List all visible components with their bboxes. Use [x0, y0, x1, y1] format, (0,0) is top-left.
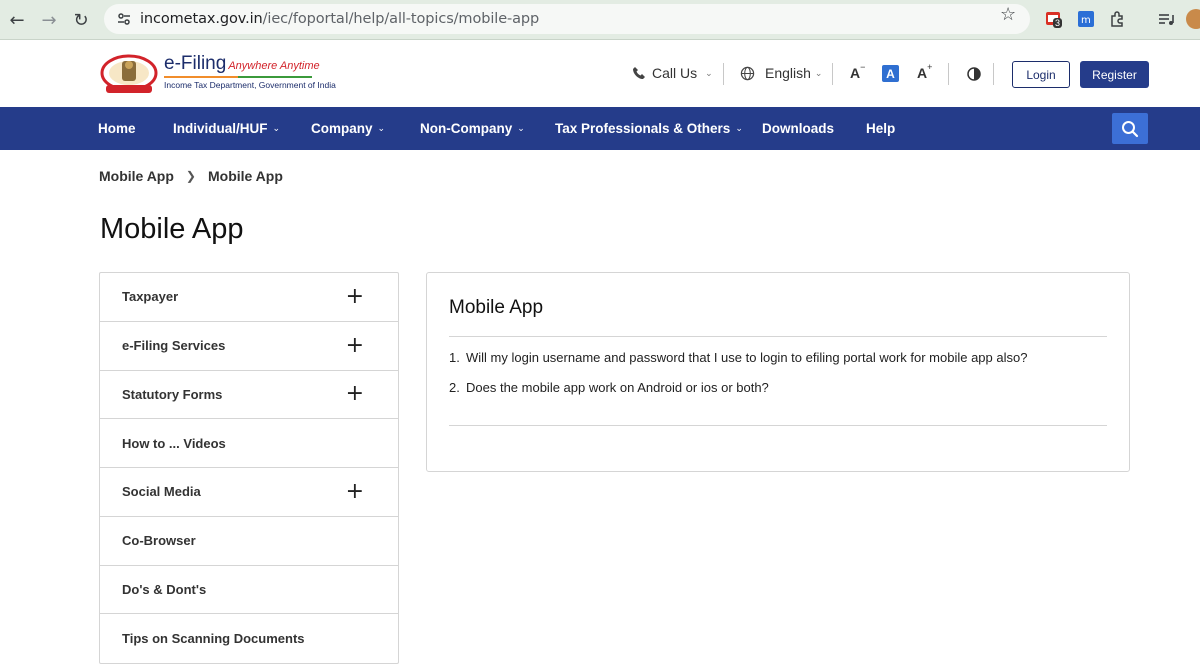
puzzle-icon[interactable]: [1108, 9, 1128, 29]
breadcrumb: Mobile App ❯ Mobile App: [99, 168, 283, 184]
chevron-down-icon: ⌄: [377, 123, 386, 133]
call-us-label: Call Us: [652, 65, 698, 81]
browser-toolbar: ← → ↻ incometax.gov.in/iec/foportal/help…: [0, 0, 1200, 40]
emblem-icon: [100, 54, 158, 93]
language-label: English: [765, 65, 811, 81]
avatar[interactable]: [1186, 9, 1200, 29]
plus-icon[interactable]: +: [346, 285, 364, 308]
svg-text:m: m: [1081, 15, 1091, 26]
nav-help[interactable]: Help: [866, 107, 895, 150]
divider: [993, 63, 994, 85]
call-us-dropdown[interactable]: Call Us ⌄: [632, 65, 713, 81]
nav-tax-professionals[interactable]: Tax Professionals & Others ⌄: [555, 107, 743, 150]
divider: [449, 425, 1107, 426]
divider: [723, 63, 724, 85]
breadcrumb-item: Mobile App: [207, 168, 283, 184]
back-icon[interactable]: ←: [4, 7, 30, 33]
chevron-down-icon: ⌄: [735, 123, 743, 133]
divider: [449, 336, 1107, 337]
default-font-icon[interactable]: A: [882, 65, 899, 82]
accordion-item-efiling-services[interactable]: e-Filing Services +: [100, 322, 398, 371]
faq-link[interactable]: Does the mobile app work on Android or i…: [466, 380, 769, 395]
chevron-down-icon: ⌄: [705, 67, 713, 78]
chevron-right-icon: ❯: [185, 169, 196, 183]
site-info-icon[interactable]: [114, 9, 134, 29]
main-nav: Home Individual/HUF ⌄ Company ⌄ Non-Compan…: [0, 107, 1200, 150]
accordion-item-taxpayer[interactable]: Taxpayer +: [100, 273, 398, 322]
logo-underline: [164, 76, 312, 78]
search-icon: [1122, 120, 1139, 137]
nav-non-company[interactable]: Non-Company ⌄: [420, 107, 525, 150]
accordion-item-social-media[interactable]: Social Media +: [100, 468, 398, 517]
accordion-item-how-to-videos[interactable]: How to ... Videos: [100, 419, 398, 468]
faq-link[interactable]: Will my login username and password that…: [466, 350, 1027, 365]
extension-badge: 3: [1053, 18, 1063, 28]
address-bar[interactable]: incometax.gov.in/iec/foportal/help/all-t…: [104, 4, 1030, 34]
reload-icon[interactable]: ↻: [68, 7, 94, 33]
site-header: e-Filing Anywhere Anytime Income Tax Depa…: [0, 41, 1200, 107]
nav-downloads[interactable]: Downloads: [762, 107, 834, 150]
page-title: Mobile App: [100, 213, 244, 245]
login-button[interactable]: Login: [1012, 61, 1070, 88]
increase-font-icon[interactable]: A +: [917, 62, 932, 81]
url-text: incometax.gov.in/iec/foportal/help/all-t…: [140, 11, 540, 27]
language-dropdown[interactable]: English ⌄: [740, 65, 822, 81]
accordion-item-statutory-forms[interactable]: Statutory Forms +: [100, 371, 398, 420]
search-button[interactable]: [1112, 113, 1148, 144]
topics-accordion: Taxpayer + e-Filing Services + Statutory F…: [99, 272, 399, 664]
globe-icon: [740, 66, 755, 80]
nav-company[interactable]: Company ⌄: [311, 107, 385, 150]
accordion-item-scanning-tips[interactable]: Tips on Scanning Documents: [100, 614, 398, 663]
logo-title: e-Filing: [164, 53, 227, 74]
forward-icon[interactable]: →: [36, 7, 62, 33]
plus-icon[interactable]: +: [346, 383, 364, 405]
efiling-logo[interactable]: e-Filing Anywhere Anytime Income Tax Depa…: [100, 51, 336, 97]
decrease-font-icon[interactable]: A −: [850, 62, 865, 81]
chevron-down-icon: ⌄: [517, 123, 525, 133]
chevron-down-icon: ⌄: [272, 123, 281, 133]
plus-icon[interactable]: +: [346, 480, 364, 503]
plus-icon[interactable]: +: [346, 334, 364, 357]
panel-title: Mobile App: [449, 297, 544, 318]
breadcrumb-item[interactable]: Mobile App: [99, 168, 174, 184]
logo-subtitle: Income Tax Department, Government of Ind…: [164, 80, 336, 90]
faq-item[interactable]: 2. Does the mobile app work on Android or…: [449, 380, 769, 395]
divider: [948, 63, 949, 85]
faq-item[interactable]: 1. Will my login username and password th…: [449, 350, 1027, 365]
contrast-icon[interactable]: [967, 67, 981, 81]
content-panel: Mobile App 1. Will my login username and …: [426, 272, 1130, 472]
phone-icon: [633, 67, 645, 79]
bookmark-star-icon[interactable]: ☆: [1000, 4, 1016, 25]
accordion-item-dos-donts[interactable]: Do's & Dont's: [100, 566, 398, 615]
register-button[interactable]: Register: [1080, 61, 1149, 88]
accordion-item-co-browser[interactable]: Co-Browser: [100, 517, 398, 566]
nav-home[interactable]: Home: [98, 107, 136, 150]
extension-m-icon[interactable]: m: [1076, 9, 1096, 29]
logo-tagline: Anywhere Anytime: [228, 60, 320, 72]
chevron-down-icon: ⌄: [814, 67, 823, 78]
nav-individual-huf[interactable]: Individual/HUF ⌄: [173, 107, 280, 150]
divider: [832, 63, 833, 85]
extension-icon[interactable]: 3: [1044, 9, 1064, 29]
media-icon[interactable]: [1156, 9, 1176, 29]
